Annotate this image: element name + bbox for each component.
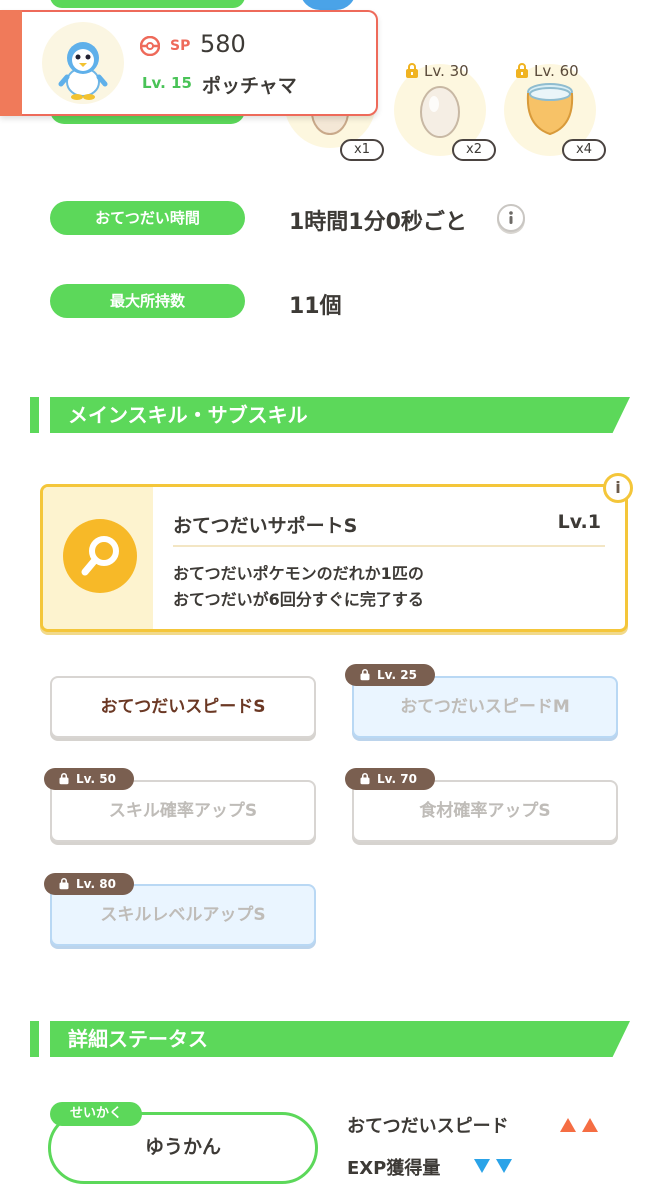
subskill-lock-label-3: Lv. 50	[76, 772, 116, 786]
magnifier-icon	[81, 536, 119, 576]
lock-icon	[406, 63, 418, 78]
section-marker-skills	[30, 397, 39, 433]
section-marker-details	[30, 1021, 39, 1057]
subskill-lock-badge-2: Lv. 25	[345, 664, 435, 686]
info-icon	[509, 211, 513, 224]
nature-up-label: おてつだいスピード	[347, 1116, 509, 1137]
main-skill-icon-panel	[43, 487, 153, 629]
ingredient-lock-label-3: Lv. 60	[534, 62, 579, 80]
main-skill-info-button[interactable]: i	[603, 473, 633, 503]
main-skill-divider	[173, 545, 605, 547]
pokemon-name: ポッチャマ	[202, 75, 297, 97]
max-carry-value: 11個	[289, 294, 342, 319]
subskill-button-1[interactable]: おてつだいスピードS	[50, 676, 316, 738]
lock-icon	[360, 773, 370, 785]
help-time-label: おてつだい時間	[50, 201, 245, 235]
sp-ball-icon	[140, 36, 160, 56]
subskill-lock-badge-5: Lv. 80	[44, 873, 134, 895]
sp-label: SP	[170, 38, 191, 54]
max-carry-label: 最大所持数	[50, 284, 245, 318]
nature-name: ゆうかん	[144, 1136, 221, 1158]
section-title-details: 詳細ステータス	[50, 1021, 630, 1057]
main-skill-level: Lv.1	[557, 511, 601, 533]
main-skill-description: おてつだいポケモンのだれか1匹の おてつだいが6回分すぐに完了する	[173, 561, 424, 613]
main-skill-desc-line-1: おてつだいポケモンのだれか1匹の	[173, 564, 424, 583]
top-ingredient-partial	[300, 0, 356, 10]
subskill-lock-badge-3: Lv. 50	[44, 768, 134, 790]
subskill-lock-label-5: Lv. 80	[76, 877, 116, 891]
nature-down-label: EXP獲得量	[347, 1158, 441, 1179]
subskill-lock-label-2: Lv. 25	[377, 668, 417, 682]
lock-icon	[59, 878, 69, 890]
pokemon-header-card[interactable]: SP 580 Lv. 15 ポッチャマ	[0, 10, 378, 116]
sp-value: 580	[200, 30, 246, 58]
help-time-info-button[interactable]	[497, 204, 525, 232]
nature-tag: せいかく	[50, 1102, 142, 1126]
ingredient-lock-2: Lv. 30	[404, 62, 469, 80]
ingredient-lock-3: Lv. 60	[514, 62, 579, 80]
subskill-lock-badge-4: Lv. 70	[345, 768, 435, 790]
lock-icon	[59, 773, 69, 785]
ingredient-count-1: x1	[340, 139, 384, 161]
lock-icon	[516, 63, 528, 78]
up-arrow-icon	[560, 1118, 598, 1132]
main-skill-desc-line-2: おてつだいが6回分すぐに完了する	[173, 590, 424, 609]
card-accent-stripe	[0, 10, 22, 116]
lock-icon	[360, 669, 370, 681]
help-time-value: 1時間1分0秒ごと	[289, 210, 467, 235]
pokemon-level: Lv. 15	[142, 74, 192, 92]
main-skill-badge	[63, 519, 137, 593]
piplup-icon	[58, 42, 108, 100]
down-arrow-icon	[474, 1159, 512, 1173]
main-skill-card[interactable]: おてつだいサポートS Lv.1 おてつだいポケモンのだれか1匹の おてつだいが6…	[40, 473, 633, 632]
top-stat-pill-partial	[50, 0, 245, 8]
ingredient-count-2: x2	[452, 139, 496, 161]
section-title-skills: メインスキル・サブスキル	[50, 397, 630, 433]
pokemon-avatar	[42, 22, 124, 104]
ingredient-lock-label-2: Lv. 30	[424, 62, 469, 80]
subskill-lock-label-4: Lv. 70	[377, 772, 417, 786]
main-skill-name: おてつだいサポートS	[173, 515, 358, 537]
ingredient-count-3: x4	[562, 139, 606, 161]
